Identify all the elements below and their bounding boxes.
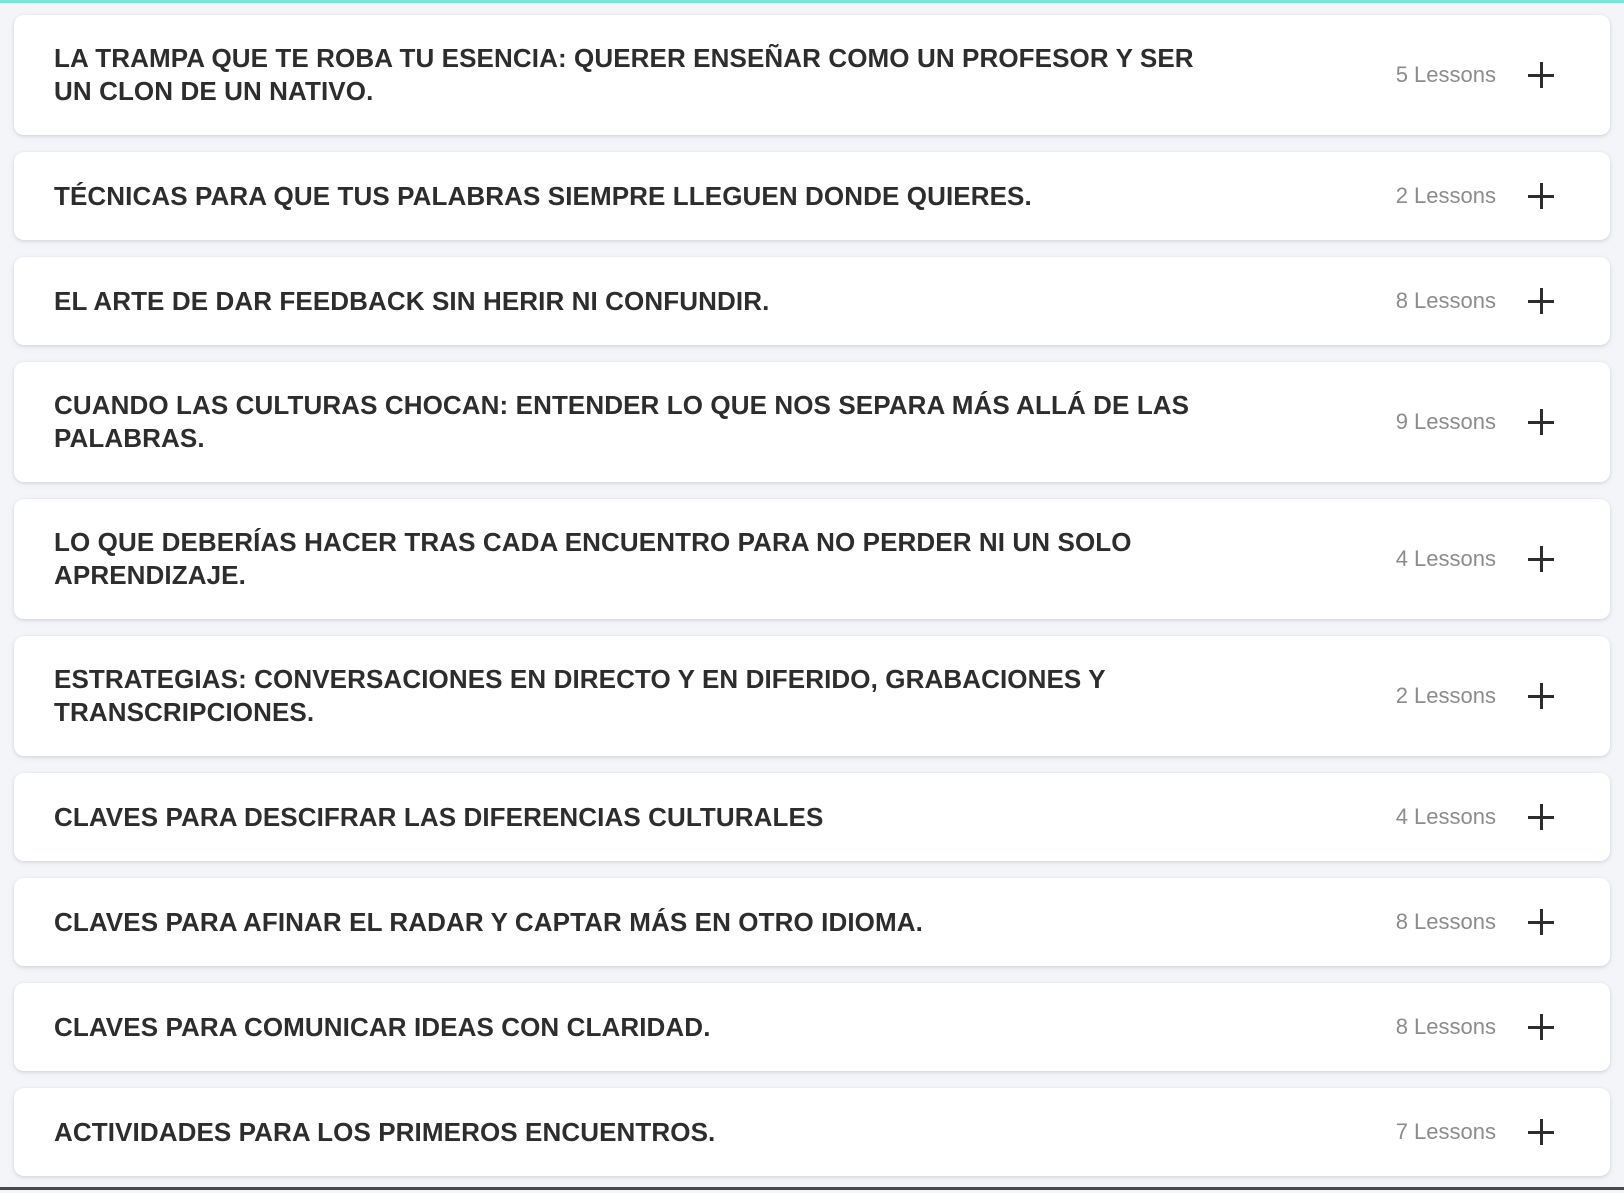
plus-icon[interactable] <box>1528 183 1554 209</box>
plus-icon[interactable] <box>1528 288 1554 314</box>
module-title: LA TRAMPA QUE TE ROBA TU ESENCIA: QUERER… <box>54 43 1194 106</box>
plus-icon[interactable] <box>1528 909 1554 935</box>
module-title: ESTRATEGIAS: CONVERSACIONES EN DIRECTO Y… <box>54 664 1106 727</box>
lesson-count: 7 Lessons <box>1395 1119 1496 1144</box>
module-accordion-item[interactable]: ACTIVIDADES PARA LOS PRIMEROS ENCUENTROS… <box>14 1088 1610 1176</box>
lesson-count: 8 Lessons <box>1395 909 1496 934</box>
top-accent-line <box>0 0 1624 3</box>
course-module-list: LA TRAMPA QUE TE ROBA TU ESENCIA: QUERER… <box>14 15 1610 1193</box>
module-accordion-item[interactable]: LA TRAMPA QUE TE ROBA TU ESENCIA: QUERER… <box>14 15 1610 135</box>
lesson-count: 9 Lessons <box>1395 409 1496 434</box>
lesson-count: 2 Lessons <box>1395 183 1496 208</box>
module-title: CLAVES PARA AFINAR EL RADAR Y CAPTAR MÁS… <box>54 906 923 937</box>
lesson-count: 2 Lessons <box>1395 683 1496 708</box>
plus-icon[interactable] <box>1528 62 1554 88</box>
lesson-count: 8 Lessons <box>1395 288 1496 313</box>
module-accordion-item[interactable]: CLAVES PARA AFINAR EL RADAR Y CAPTAR MÁS… <box>14 878 1610 966</box>
lesson-count: 8 Lessons <box>1395 1014 1496 1039</box>
module-accordion-item[interactable]: CUANDO LAS CULTURAS CHOCAN: ENTENDER LO … <box>14 362 1610 482</box>
lesson-count: 5 Lessons <box>1395 62 1496 87</box>
plus-icon[interactable] <box>1528 546 1554 572</box>
module-title: CUANDO LAS CULTURAS CHOCAN: ENTENDER LO … <box>54 390 1190 453</box>
plus-icon[interactable] <box>1528 804 1554 830</box>
plus-icon[interactable] <box>1528 683 1554 709</box>
module-title: ACTIVIDADES PARA LOS PRIMEROS ENCUENTROS… <box>54 1116 716 1147</box>
module-accordion-item[interactable]: LO QUE DEBERÍAS HACER TRAS CADA ENCUENTR… <box>14 499 1610 619</box>
module-accordion-item[interactable]: CLAVES PARA DESCIFRAR LAS DIFERENCIAS CU… <box>14 773 1610 861</box>
plus-icon[interactable] <box>1528 1119 1554 1145</box>
module-accordion-item[interactable]: ESTRATEGIAS: CONVERSACIONES EN DIRECTO Y… <box>14 636 1610 756</box>
module-accordion-item[interactable]: TÉCNICAS PARA QUE TUS PALABRAS SIEMPRE L… <box>14 152 1610 240</box>
module-title: CLAVES PARA COMUNICAR IDEAS CON CLARIDAD… <box>54 1011 711 1042</box>
module-title: TÉCNICAS PARA QUE TUS PALABRAS SIEMPRE L… <box>54 180 1032 211</box>
lesson-count: 4 Lessons <box>1395 804 1496 829</box>
plus-icon[interactable] <box>1528 409 1554 435</box>
lesson-count: 4 Lessons <box>1395 546 1496 571</box>
plus-icon[interactable] <box>1528 1014 1554 1040</box>
module-accordion-item[interactable]: EL ARTE DE DAR FEEDBACK SIN HERIR NI CON… <box>14 257 1610 345</box>
module-title: EL ARTE DE DAR FEEDBACK SIN HERIR NI CON… <box>54 285 770 316</box>
module-title: LO QUE DEBERÍAS HACER TRAS CADA ENCUENTR… <box>54 527 1132 590</box>
module-accordion-item[interactable]: CLAVES PARA COMUNICAR IDEAS CON CLARIDAD… <box>14 983 1610 1071</box>
module-title: CLAVES PARA DESCIFRAR LAS DIFERENCIAS CU… <box>54 801 824 832</box>
